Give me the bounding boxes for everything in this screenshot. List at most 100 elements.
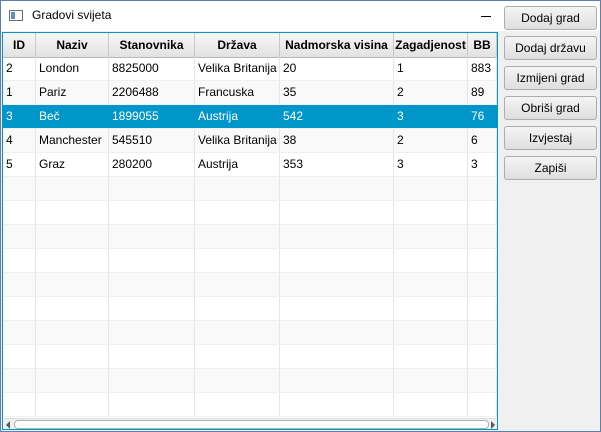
table-cell (195, 321, 280, 344)
table-cell (394, 177, 468, 200)
table-cell (109, 321, 195, 344)
column-header-country[interactable]: Država (195, 33, 280, 57)
table-cell: 1 (3, 81, 36, 104)
table-row[interactable]: 2 London 8825000 Velika Britanija 20 1 883 (3, 57, 497, 81)
table-cell (36, 273, 109, 296)
table-row[interactable]: 4 Manchester 545510 Velika Britanija 38 2 6 (3, 129, 497, 153)
table-cell: 6 (468, 129, 497, 152)
column-header-id[interactable]: ID (3, 33, 36, 57)
table-cell: 4 (3, 129, 36, 152)
scroll-right-icon[interactable] (491, 421, 495, 429)
table-cell: 38 (280, 129, 394, 152)
table-cell (195, 273, 280, 296)
table-cell (3, 393, 36, 416)
table-cell (109, 369, 195, 392)
table-cell: 883 (468, 57, 497, 80)
table-header: ID Naziv Stanovnika Država Nadmorska vis… (3, 33, 497, 58)
empty-table-row[interactable] (3, 321, 497, 345)
table-cell: 3 (3, 105, 36, 128)
empty-table-row[interactable] (3, 201, 497, 225)
table-cell (195, 177, 280, 200)
table-cell (280, 297, 394, 320)
empty-table-row[interactable] (3, 225, 497, 249)
table-cell (394, 201, 468, 224)
save-button[interactable]: Zapiši (504, 156, 597, 180)
table-cell (36, 369, 109, 392)
table-cell: 280200 (109, 153, 195, 176)
table-cell (468, 177, 497, 200)
table-cell (468, 249, 497, 272)
main-window: Gradovi svijeta ID Naziv Stanovnika Drža… (0, 0, 601, 432)
table-cell (195, 201, 280, 224)
table-cell (3, 249, 36, 272)
table-cell: 89 (468, 81, 497, 104)
table-cell: 3 (394, 153, 468, 176)
add-country-button[interactable]: Dodaj državu (504, 36, 597, 60)
add-city-button[interactable]: Dodaj grad (504, 6, 597, 30)
empty-table-row[interactable] (3, 345, 497, 369)
empty-table-row[interactable] (3, 369, 497, 393)
delete-city-button[interactable]: Obriši grad (504, 96, 597, 120)
table-cell (195, 393, 280, 416)
table-cell (109, 297, 195, 320)
table-row[interactable]: 1 Pariz 2206488 Francuska 35 2 89 (3, 81, 497, 105)
table-cell (394, 369, 468, 392)
table-cell: Velika Britanija (195, 57, 280, 80)
table-cell: 3 (394, 105, 468, 128)
table-cell (394, 225, 468, 248)
empty-table-row[interactable] (3, 393, 497, 417)
table-cell (3, 297, 36, 320)
cities-table[interactable]: ID Naziv Stanovnika Država Nadmorska vis… (2, 32, 498, 430)
column-header-pollution[interactable]: Zagadjenost (394, 33, 468, 57)
table-cell: Austrija (195, 153, 280, 176)
table-cell: 35 (280, 81, 394, 104)
table-cell (468, 201, 497, 224)
table-cell: 545510 (109, 129, 195, 152)
table-cell (468, 297, 497, 320)
table-cell: 3 (468, 153, 497, 176)
table-cell: 20 (280, 57, 394, 80)
empty-table-row[interactable] (3, 297, 497, 321)
minimize-icon (481, 15, 491, 17)
table-cell (394, 297, 468, 320)
column-header-altitude[interactable]: Nadmorska visina (280, 33, 394, 57)
table-cell: 542 (280, 105, 394, 128)
table-cell (280, 273, 394, 296)
table-cell (3, 345, 36, 368)
scroll-left-icon[interactable] (6, 421, 10, 429)
empty-table-row[interactable] (3, 177, 497, 201)
empty-table-row[interactable] (3, 273, 497, 297)
table-cell: 5 (3, 153, 36, 176)
table-cell (280, 201, 394, 224)
table-row[interactable]: 5 Graz 280200 Austrija 353 3 3 (3, 153, 497, 177)
table-cell: Pariz (36, 81, 109, 104)
table-cell (394, 345, 468, 368)
table-cell (109, 393, 195, 416)
column-header-bb[interactable]: BB (468, 33, 497, 57)
table-cell (468, 345, 497, 368)
table-cell (109, 201, 195, 224)
edit-city-button[interactable]: Izmijeni grad (504, 66, 597, 90)
table-cell (109, 273, 195, 296)
table-cell (109, 177, 195, 200)
scrollbar-thumb[interactable] (14, 420, 489, 429)
table-cell (394, 321, 468, 344)
empty-table-row[interactable] (3, 249, 497, 273)
table-cell (3, 369, 36, 392)
window-title: Gradovi svijeta (32, 8, 112, 22)
table-row[interactable]: 3 Beč 1899055 Austrija 542 3 76 (3, 105, 497, 129)
table-cell (109, 225, 195, 248)
table-cell (468, 225, 497, 248)
table-cell (468, 393, 497, 416)
minimize-button[interactable] (463, 1, 509, 31)
horizontal-scrollbar[interactable] (4, 418, 497, 429)
report-button[interactable]: Izvjestaj (504, 126, 597, 150)
table-cell: Graz (36, 153, 109, 176)
table-cell: 2 (394, 81, 468, 104)
table-cell (280, 225, 394, 248)
column-header-name[interactable]: Naziv (36, 33, 109, 57)
table-cell (3, 177, 36, 200)
table-cell (3, 201, 36, 224)
column-header-population[interactable]: Stanovnika (109, 33, 195, 57)
table-cell (36, 177, 109, 200)
